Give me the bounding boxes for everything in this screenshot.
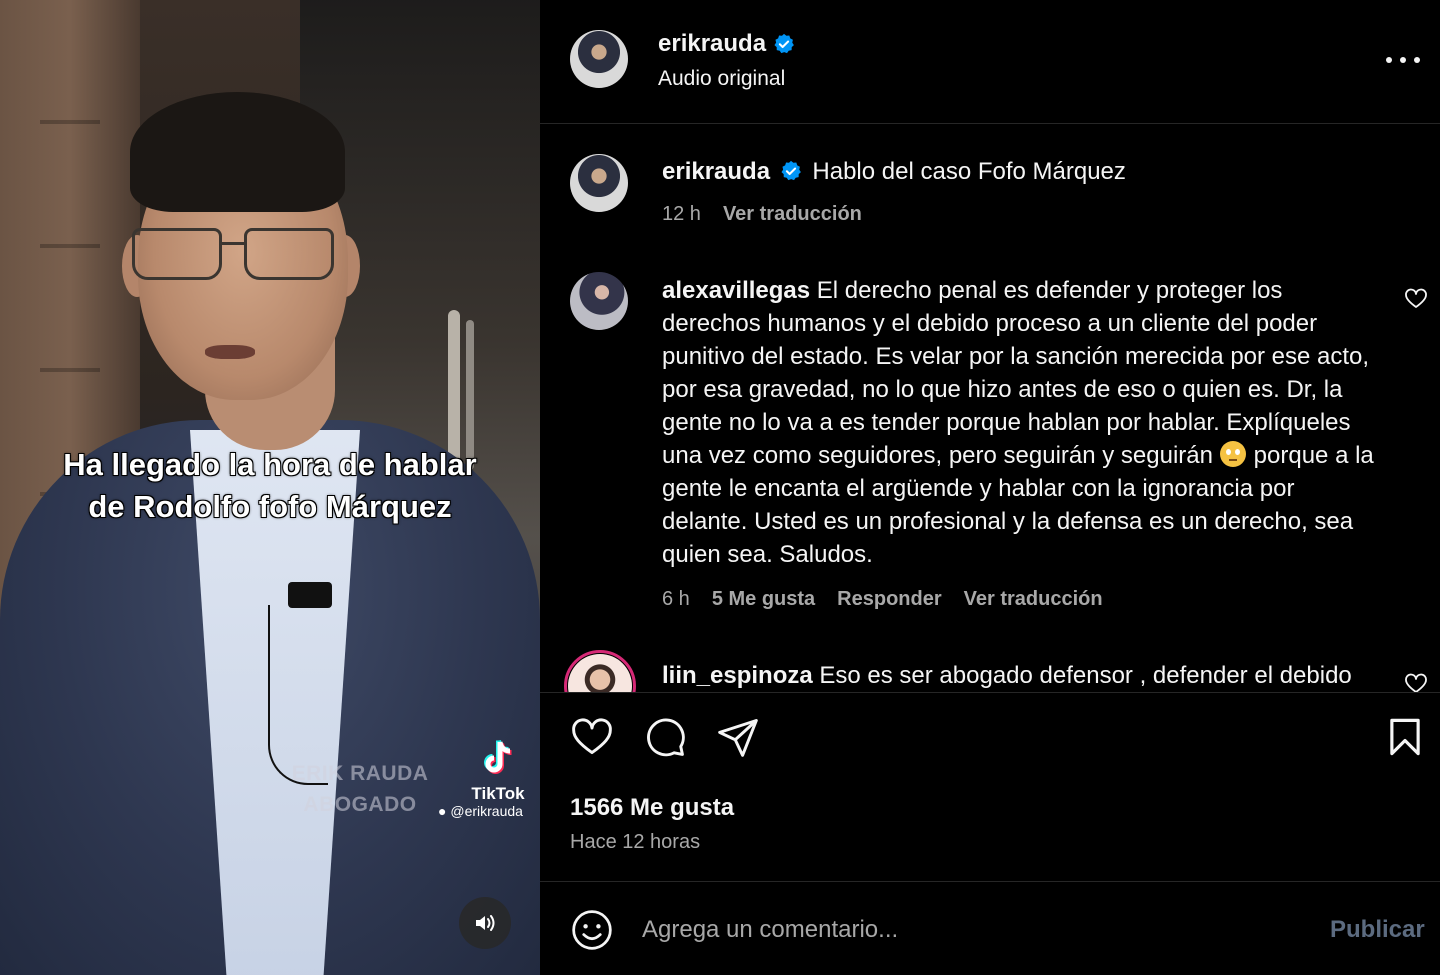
comment-button[interactable] bbox=[640, 712, 690, 762]
share-button[interactable] bbox=[713, 712, 763, 762]
likes-count[interactable]: 1566 Me gusta bbox=[570, 794, 734, 822]
comment-text: Eso es ser abogado defensor , defender e… bbox=[819, 662, 1352, 689]
add-comment-bar: Publicar bbox=[540, 882, 1440, 975]
caption-comment: erikrauda Hablo del caso Fofo Márquez bbox=[662, 155, 1377, 188]
caption-translate-link[interactable]: Ver traducción bbox=[723, 203, 862, 226]
dot-icon bbox=[1414, 57, 1420, 63]
like-button[interactable] bbox=[567, 712, 617, 762]
comment-username[interactable]: liin_espinoza bbox=[662, 662, 813, 689]
save-button[interactable] bbox=[1380, 712, 1430, 762]
comments-divider bbox=[540, 692, 1440, 693]
commenter-avatar-story[interactable] bbox=[564, 650, 636, 692]
dot-icon bbox=[1400, 57, 1406, 63]
post-time: Hace 12 horas bbox=[570, 831, 701, 853]
comment-text-part-1: El derecho penal es defender y proteger … bbox=[662, 277, 1370, 469]
tiktok-logo-icon bbox=[484, 739, 512, 774]
speaker-mouth bbox=[205, 345, 255, 359]
comment-translate-link[interactable]: Ver traducción bbox=[964, 588, 1103, 611]
commenter-avatar[interactable] bbox=[570, 272, 628, 330]
watermark-line-1: ERIK RAUDA bbox=[291, 762, 429, 785]
comment-username[interactable]: alexavillegas bbox=[662, 277, 810, 304]
comment-body: alexavillegas El derecho penal es defend… bbox=[662, 274, 1377, 571]
video-watermark: ERIK RAUDA ABOGADO bbox=[285, 758, 435, 820]
speaker-volume-icon bbox=[476, 915, 495, 931]
comment-likes[interactable]: 5 Me gusta bbox=[712, 588, 815, 611]
bookmark-icon bbox=[1390, 718, 1420, 756]
comment-like-heart-icon[interactable] bbox=[1404, 672, 1428, 692]
more-options-button[interactable] bbox=[1386, 48, 1420, 72]
tiktok-handle: ● @erikrauda bbox=[438, 803, 523, 819]
comment-like-heart-icon[interactable] bbox=[1404, 287, 1428, 311]
comments-list[interactable]: erikrauda Hablo del caso Fofo Márquez 12… bbox=[540, 124, 1440, 692]
audio-link[interactable]: Audio original bbox=[658, 67, 785, 91]
reply-link[interactable]: Responder bbox=[837, 588, 941, 611]
comment-meta: 6 h 5 Me gusta Responder Ver traducción bbox=[662, 588, 1103, 611]
tiktok-label: TikTok bbox=[471, 784, 525, 803]
user-icon: ● bbox=[438, 803, 447, 819]
author-avatar[interactable] bbox=[570, 30, 628, 88]
comment-body: liin_espinoza Eso es ser abogado defenso… bbox=[662, 659, 1377, 692]
tiktok-handle-text: @erikrauda bbox=[450, 803, 523, 819]
comment-age[interactable]: 6 h bbox=[662, 588, 690, 611]
tiktok-watermark: TikTok bbox=[462, 738, 534, 804]
paper-plane-icon bbox=[718, 719, 758, 757]
dot-icon bbox=[1386, 57, 1392, 63]
publish-button[interactable]: Publicar bbox=[1330, 916, 1425, 944]
video-caption-line-2: de Rodolfo fofo Márquez bbox=[88, 488, 453, 524]
post-actions bbox=[540, 712, 1440, 772]
emoji-picker-icon[interactable] bbox=[570, 908, 614, 952]
reel-video[interactable]: Ha llegado la hora de hablar de Rodolfo … bbox=[0, 0, 540, 975]
video-caption: Ha llegado la hora de hablar de Rodolfo … bbox=[0, 444, 540, 528]
comment-bubble-icon bbox=[647, 718, 685, 757]
author-username[interactable]: erikrauda bbox=[658, 30, 766, 58]
caption-username[interactable]: erikrauda bbox=[662, 158, 770, 185]
caption-meta: 12 h Ver traducción bbox=[662, 203, 862, 226]
speaker-glasses bbox=[128, 228, 338, 286]
verified-badge-icon bbox=[774, 33, 794, 54]
watermark-line-2: ABOGADO bbox=[303, 793, 417, 816]
heart-icon bbox=[572, 718, 612, 755]
rolling-eyes-emoji-icon bbox=[1219, 441, 1246, 467]
speaker-hair bbox=[130, 92, 345, 212]
mute-toggle-button[interactable] bbox=[459, 897, 511, 949]
post-details-panel: erikrauda Audio original erikrauda Hablo… bbox=[540, 0, 1440, 975]
video-caption-line-1: Ha llegado la hora de hablar bbox=[63, 446, 478, 482]
comment-input[interactable] bbox=[642, 912, 1282, 948]
caption-text: Hablo del caso Fofo Márquez bbox=[812, 158, 1126, 185]
author-username-row[interactable]: erikrauda bbox=[658, 30, 795, 58]
verified-badge-icon bbox=[781, 160, 801, 181]
caption-author-avatar[interactable] bbox=[570, 154, 628, 212]
caption-age[interactable]: 12 h bbox=[662, 203, 701, 226]
